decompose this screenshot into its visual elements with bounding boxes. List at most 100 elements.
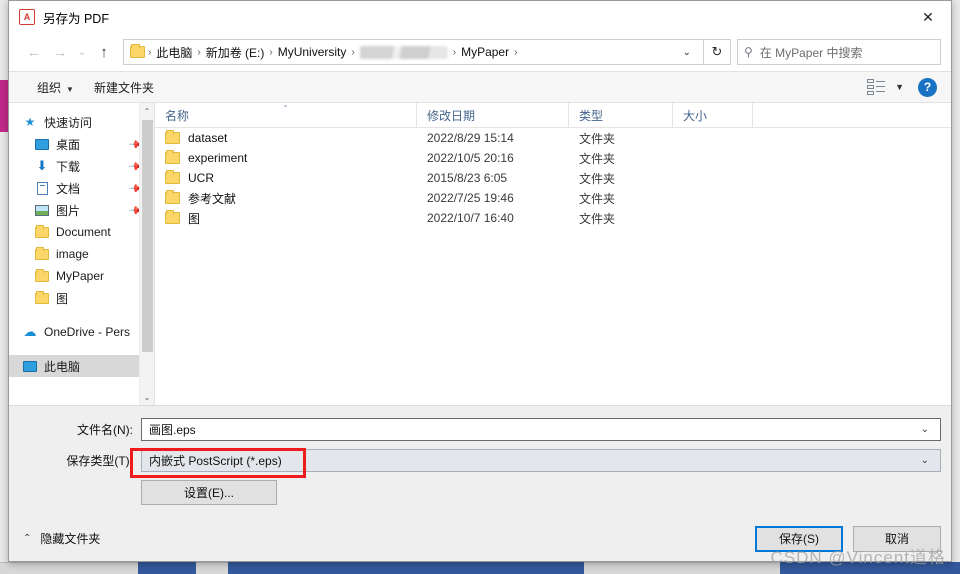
sidebar-item-label: 图 xyxy=(56,291,69,306)
scrollbar-track[interactable] xyxy=(140,119,155,389)
sidebar-item-documents[interactable]: 文档 📌 xyxy=(9,177,154,199)
file-name-cell[interactable]: 图 xyxy=(155,208,417,228)
file-size xyxy=(673,168,753,188)
file-list-pane: ⌃ 名称 修改日期 类型 大小 dataset 2022/8/29 15:14 … xyxy=(155,102,951,405)
chevron-down-icon[interactable]: ▼ xyxy=(895,82,904,92)
file-name-cell[interactable]: UCR xyxy=(155,168,417,188)
command-toolbar: 组织 ▼ 新建文件夹 ▼ ? xyxy=(9,71,951,103)
folder-icon xyxy=(33,290,51,304)
address-bar[interactable]: › 此电脑 › 新加卷 (E:) › MyUniversity › › MyPa… xyxy=(123,39,704,65)
sidebar-item-quick-access[interactable]: ★ 快速访问 xyxy=(9,111,154,133)
breadcrumb-item-2[interactable]: MyUniversity xyxy=(274,45,351,59)
sidebar-item-pictures[interactable]: 图片 📌 xyxy=(9,199,154,221)
column-header-type[interactable]: 类型 xyxy=(569,102,673,128)
breadcrumb-item-1[interactable]: 新加卷 (E:) xyxy=(202,44,269,61)
sidebar-item-downloads[interactable]: ⬇ 下载 📌 xyxy=(9,155,154,177)
sidebar-item-document-folder[interactable]: Document xyxy=(9,221,154,243)
settings-button[interactable]: 设置(E)... xyxy=(141,480,277,505)
background-blue-segment xyxy=(138,562,196,574)
column-header-label: 类型 xyxy=(579,108,604,123)
cancel-button[interactable]: 取消 xyxy=(853,525,941,552)
background-blue-segment xyxy=(780,562,960,574)
file-name-cell[interactable]: dataset xyxy=(155,128,417,148)
file-name: dataset xyxy=(188,131,228,145)
sidebar-scrollbar[interactable]: ⌃ ⌄ xyxy=(139,103,154,405)
view-layout-icon[interactable] xyxy=(867,79,886,95)
folder-icon xyxy=(130,44,145,58)
table-row[interactable]: dataset 2022/8/29 15:14 文件夹 xyxy=(155,128,951,148)
breadcrumb-item-redacted[interactable] xyxy=(359,45,448,59)
picture-icon xyxy=(33,204,51,216)
chevron-down-icon[interactable]: ⌄ xyxy=(910,455,940,466)
refresh-icon[interactable]: ↻ xyxy=(703,39,731,65)
search-icon: ⚲ xyxy=(744,45,753,59)
file-name-input[interactable]: 画图.eps ⌄ xyxy=(141,418,941,441)
table-row[interactable]: 参考文献 2022/7/25 19:46 文件夹 xyxy=(155,188,951,208)
scroll-up-icon[interactable]: ⌃ xyxy=(140,103,155,119)
search-box[interactable]: ⚲ 在 MyPaper 中搜索 xyxy=(737,39,941,65)
search-input[interactable]: 在 MyPaper 中搜索 xyxy=(760,44,863,61)
download-icon: ⬇ xyxy=(36,158,48,173)
column-header-label: 修改日期 xyxy=(427,108,476,123)
column-header-date[interactable]: 修改日期 xyxy=(417,102,569,128)
help-icon[interactable]: ? xyxy=(918,77,937,97)
scroll-down-icon[interactable]: ⌄ xyxy=(140,389,155,405)
file-type: 文件夹 xyxy=(579,171,616,186)
file-name-label: 文件名(N): xyxy=(77,423,133,437)
breadcrumb-item-0[interactable]: 此电脑 xyxy=(152,44,196,61)
toolbar-right-group: ▼ ? xyxy=(867,77,951,97)
forward-button[interactable]: → xyxy=(47,39,73,65)
file-date: 2022/10/5 20:16 xyxy=(427,151,514,165)
table-row[interactable]: UCR 2015/8/23 6:05 文件夹 xyxy=(155,168,951,188)
scrollbar-thumb[interactable] xyxy=(141,120,153,352)
folder-icon xyxy=(165,210,180,224)
save-as-dialog: A 另存为 PDF ✕ ← → ⌄ ↑ › 此电脑 › 新加卷 (E:) › M… xyxy=(8,0,952,562)
star-icon: ★ xyxy=(24,115,36,129)
column-header-name[interactable]: ⌃ 名称 xyxy=(155,102,417,128)
chevron-down-icon[interactable]: ⌄ xyxy=(910,424,940,435)
hide-folders-toggle[interactable]: ⌃ 隐藏文件夹 xyxy=(23,530,100,547)
hide-folders-label: 隐藏文件夹 xyxy=(40,532,101,546)
navigation-bar: ← → ⌄ ↑ › 此电脑 › 新加卷 (E:) › MyUniversity … xyxy=(9,33,951,71)
sort-ascending-icon: ⌃ xyxy=(282,103,289,113)
new-folder-button[interactable]: 新建文件夹 xyxy=(84,79,164,96)
column-header-size[interactable]: 大小 xyxy=(673,102,753,128)
file-name-row: 文件名(N): 画图.eps ⌄ xyxy=(9,418,951,441)
file-type-value: 内嵌式 PostScript (*.eps) xyxy=(149,454,282,468)
chevron-down-icon[interactable]: ⌄ xyxy=(673,47,701,58)
organize-button[interactable]: 组织 ▼ xyxy=(27,79,84,96)
sidebar-item-image-folder[interactable]: image xyxy=(9,243,154,265)
chevron-down-icon: ▼ xyxy=(66,84,74,94)
file-date: 2022/10/7 16:40 xyxy=(427,211,514,225)
file-name-cell[interactable]: experiment xyxy=(155,148,417,168)
sidebar-item-onedrive[interactable]: ☁ OneDrive - Pers xyxy=(9,321,154,343)
table-row[interactable]: 图 2022/10/7 16:40 文件夹 xyxy=(155,208,951,228)
file-type: 文件夹 xyxy=(579,131,616,146)
save-button[interactable]: 保存(S) xyxy=(755,525,843,552)
back-button[interactable]: ← xyxy=(21,39,47,65)
file-date: 2022/8/29 15:14 xyxy=(427,131,514,145)
file-name: 参考文献 xyxy=(188,191,237,206)
sidebar-item-mypaper-folder[interactable]: MyPaper xyxy=(9,265,154,287)
document-icon xyxy=(33,181,51,195)
organize-label: 组织 xyxy=(37,80,62,95)
file-name-cell[interactable]: 参考文献 xyxy=(155,188,417,208)
folder-icon xyxy=(165,190,180,204)
close-icon[interactable]: ✕ xyxy=(905,1,951,33)
pdf-file-icon: A xyxy=(19,9,35,25)
breadcrumb-separator: › xyxy=(514,46,518,58)
file-rows: dataset 2022/8/29 15:14 文件夹 experiment 2… xyxy=(155,128,951,405)
up-button[interactable]: ↑ xyxy=(91,39,117,65)
file-type-select[interactable]: 内嵌式 PostScript (*.eps) ⌄ xyxy=(141,449,941,472)
table-row[interactable]: experiment 2022/10/5 20:16 文件夹 xyxy=(155,148,951,168)
sidebar-item-tu-folder[interactable]: 图 xyxy=(9,287,154,309)
sidebar-item-label: 文档 xyxy=(56,181,81,196)
navigation-pane: ★ 快速访问 桌面 📌 ⬇ 下载 📌 文档 📌 图片 📌 Document im… xyxy=(9,103,155,405)
recent-locations-button[interactable]: ⌄ xyxy=(73,39,91,65)
file-type-row: 保存类型(T): 内嵌式 PostScript (*.eps) ⌄ xyxy=(9,449,951,472)
sidebar-item-desktop[interactable]: 桌面 📌 xyxy=(9,133,154,155)
breadcrumb-item-4[interactable]: MyPaper xyxy=(457,45,513,59)
desktop-icon xyxy=(33,138,51,150)
sidebar-item-this-pc[interactable]: 此电脑 xyxy=(9,355,154,377)
column-header-label: 大小 xyxy=(683,108,708,123)
